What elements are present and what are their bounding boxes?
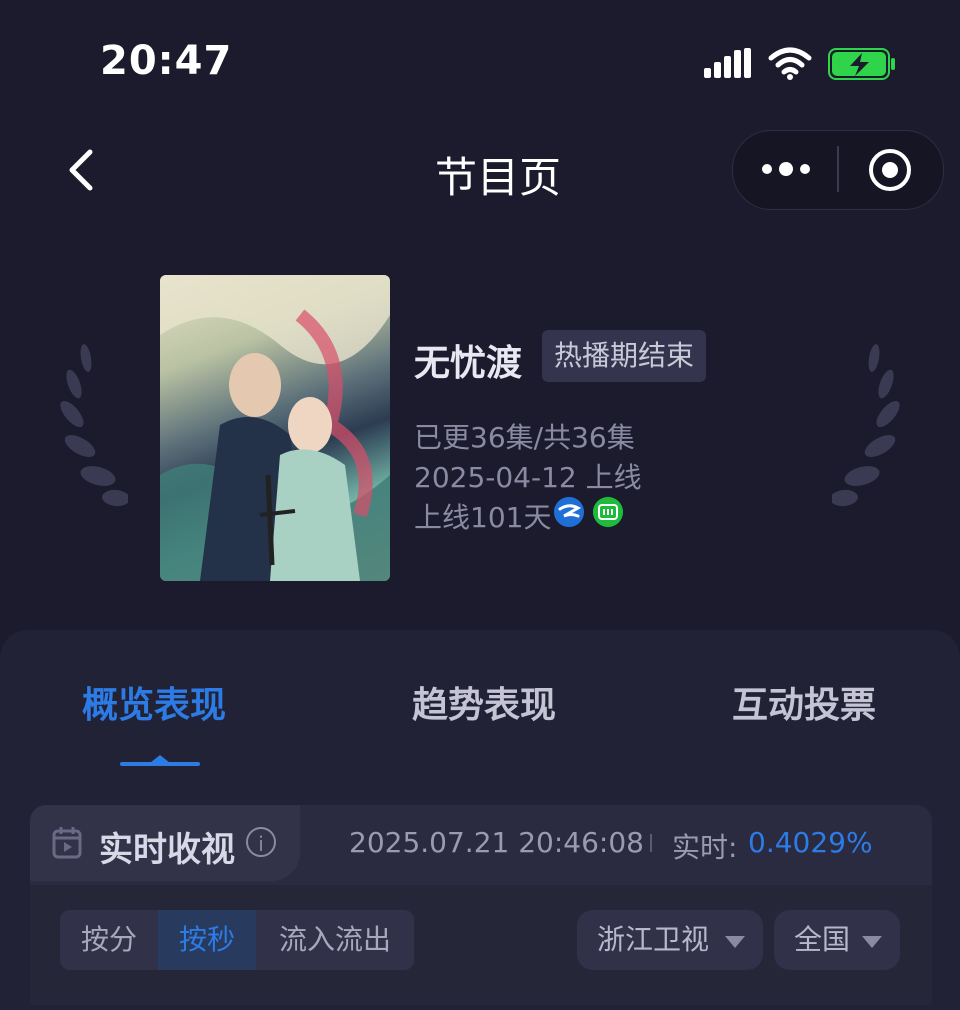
region-dropdown-value: 全国 — [794, 923, 851, 956]
zhejiang-tv-icon — [554, 497, 584, 527]
wifi-icon — [768, 47, 812, 80]
battery-charging-icon — [828, 48, 895, 80]
info-icon[interactable]: i — [246, 827, 276, 857]
channel-dropdown-value: 浙江卫视 — [597, 923, 710, 956]
segment-by-second[interactable]: 按秒 — [158, 910, 256, 970]
status-badge: 热播期结束 — [542, 330, 707, 382]
realtime-separator — [650, 834, 652, 852]
launch-date: 2025-04-12 上线 — [414, 461, 642, 494]
laurel-left-icon — [60, 344, 128, 507]
realtime-label: 实时收视 — [99, 830, 235, 870]
laurel-right-icon — [832, 344, 900, 507]
capsule-divider — [837, 146, 839, 192]
region-dropdown[interactable]: 全国 — [774, 910, 900, 970]
cellular-signal-icon — [704, 48, 751, 78]
iqiyi-icon — [593, 497, 623, 527]
status-time: 20:47 — [100, 38, 233, 84]
more-options-icon[interactable] — [754, 152, 818, 186]
realtime-rating-value: 0.4029% — [748, 826, 873, 859]
program-title: 无忧渡 — [414, 343, 523, 384]
program-poster[interactable] — [160, 275, 390, 581]
tab-vote[interactable]: 互动投票 — [732, 676, 876, 728]
active-tab-caret — [150, 755, 170, 763]
tab-overview[interactable]: 概览表现 — [82, 676, 226, 728]
segment-inflow-outflow[interactable]: 流入流出 — [256, 910, 414, 970]
realtime-timestamp: 2025.07.21 20:46:08 — [349, 826, 644, 859]
realtime-value-prefix: 实时: — [672, 831, 738, 864]
tab-trend[interactable]: 趋势表现 — [412, 676, 556, 728]
calendar-play-icon — [52, 827, 82, 859]
days-online: 上线101天 — [414, 501, 552, 534]
chevron-down-icon — [862, 936, 882, 948]
chevron-down-icon — [725, 936, 745, 948]
poster-artwork — [160, 275, 390, 581]
close-mini-program-icon[interactable] — [866, 146, 914, 194]
channel-dropdown[interactable]: 浙江卫视 — [577, 910, 763, 970]
episode-count: 已更36集/共36集 — [414, 421, 635, 454]
segment-by-minute[interactable]: 按分 — [60, 910, 158, 970]
